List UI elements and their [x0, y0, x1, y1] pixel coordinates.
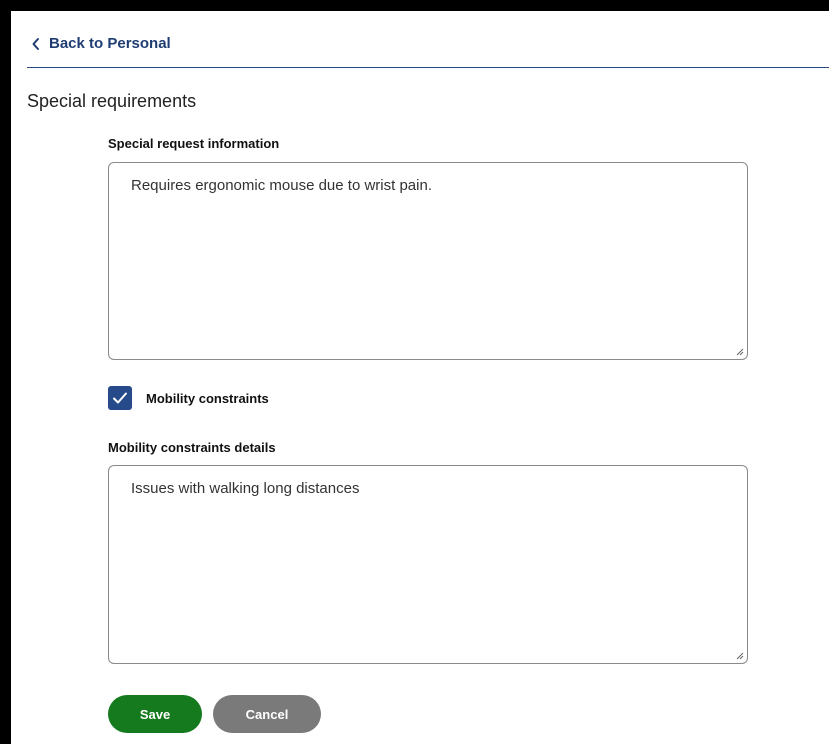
special-request-label: Special request information: [108, 136, 280, 151]
mobility-details-value: Issues with walking long distances: [131, 480, 360, 497]
resize-handle-icon[interactable]: [734, 346, 744, 356]
mobility-details-textarea[interactable]: Issues with walking long distances: [108, 465, 748, 664]
page-frame: Back to Personal Special requirements Sp…: [11, 11, 829, 744]
back-link-label: Back to Personal: [49, 35, 171, 52]
header-divider: [27, 67, 829, 68]
section-title: Special requirements: [27, 91, 197, 111]
back-to-personal-link[interactable]: Back to Personal: [31, 35, 171, 52]
resize-handle-icon[interactable]: [734, 650, 744, 660]
mobility-constraints-label: Mobility constraints: [146, 390, 269, 406]
special-request-value: Requires ergonomic mouse due to wrist pa…: [131, 177, 432, 194]
save-button[interactable]: Save: [108, 695, 202, 733]
mobility-details-label: Mobility constraints details: [108, 440, 276, 455]
chevron-left-icon: [32, 37, 39, 50]
checkmark-icon: [113, 392, 127, 404]
mobility-constraints-row: Mobility constraints: [108, 386, 269, 410]
cancel-button[interactable]: Cancel: [213, 695, 321, 733]
mobility-constraints-checkbox[interactable]: [108, 386, 132, 410]
special-request-textarea[interactable]: Requires ergonomic mouse due to wrist pa…: [108, 162, 748, 360]
